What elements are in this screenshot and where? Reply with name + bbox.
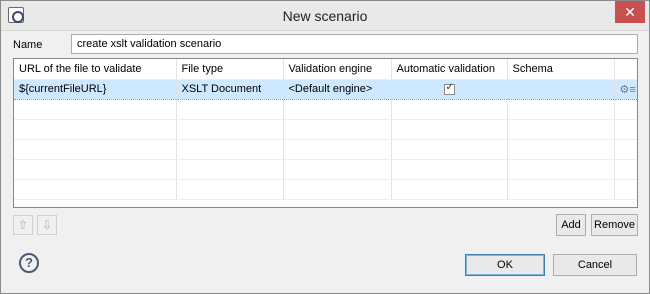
move-down-button[interactable]: ⇩ xyxy=(37,215,57,235)
table-row-empty xyxy=(14,159,637,180)
cell-file-type[interactable]: XSLT Document xyxy=(176,78,284,100)
close-button[interactable]: ✕ xyxy=(615,1,645,23)
table-header: URL of the file to validate File type Va… xyxy=(14,59,637,80)
cell-validation-engine[interactable]: <Default engine> xyxy=(283,78,392,100)
ok-button[interactable]: OK xyxy=(465,254,545,276)
move-up-button[interactable]: ⇧ xyxy=(13,215,33,235)
column-header-file-type[interactable]: File type xyxy=(176,59,284,80)
table-row-empty xyxy=(14,139,637,160)
cell-automatic-validation[interactable] xyxy=(391,78,508,100)
cell-row-action[interactable]: ⚙≡ xyxy=(614,78,637,100)
dialog-title: New scenario xyxy=(282,8,368,24)
table-row[interactable]: ${currentFileURL} XSLT Document <Default… xyxy=(14,78,637,100)
add-button[interactable]: Add xyxy=(556,214,586,236)
scenario-table: URL of the file to validate File type Va… xyxy=(13,58,638,208)
name-label: Name xyxy=(13,39,43,51)
automatic-validation-checkbox[interactable] xyxy=(443,82,455,95)
column-header-schema[interactable]: Schema xyxy=(507,59,615,80)
gear-icon[interactable]: ⚙≡ xyxy=(620,84,636,96)
title-bar: New scenario ✕ xyxy=(1,1,649,31)
column-header-automatic-validation[interactable]: Automatic validation xyxy=(391,59,508,80)
name-input[interactable] xyxy=(71,34,638,54)
cell-schema[interactable] xyxy=(507,78,615,100)
cancel-button[interactable]: Cancel xyxy=(553,254,637,276)
remove-button[interactable]: Remove xyxy=(591,214,638,236)
table-row-empty xyxy=(14,99,637,120)
column-header-extra xyxy=(614,59,637,80)
column-header-validation-engine[interactable]: Validation engine xyxy=(283,59,392,80)
column-header-url[interactable]: URL of the file to validate xyxy=(14,59,177,80)
help-icon[interactable]: ? xyxy=(19,253,39,273)
dialog-window: New scenario ✕ Name URL of the file to v… xyxy=(0,0,650,294)
cell-url[interactable]: ${currentFileURL} xyxy=(14,78,177,100)
table-row-empty xyxy=(14,179,637,200)
table-row-empty xyxy=(14,119,637,140)
